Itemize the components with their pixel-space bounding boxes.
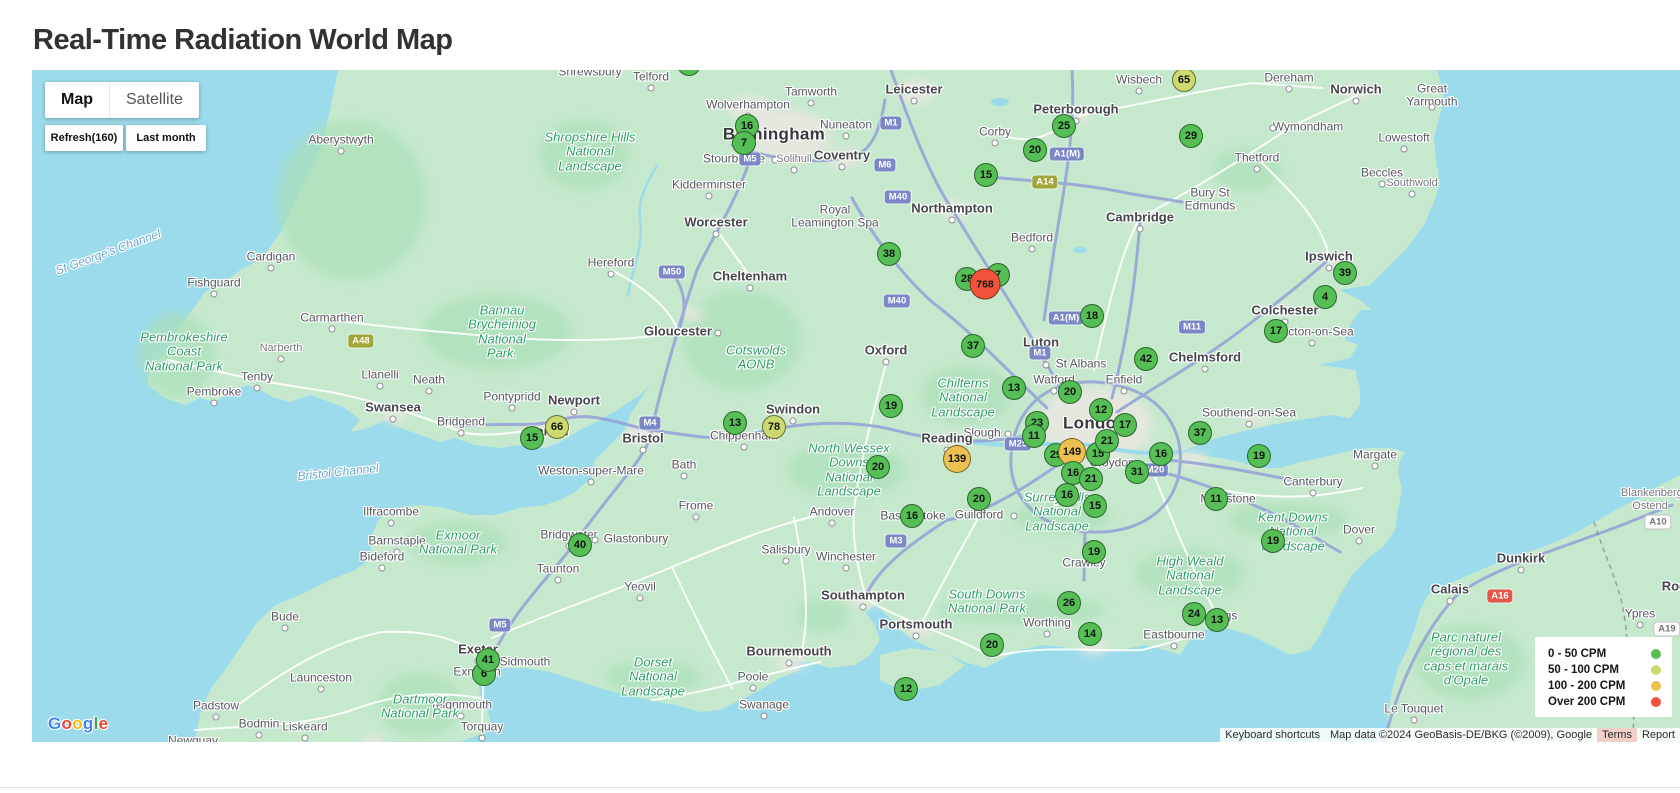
radiation-marker[interactable]: 13	[723, 411, 747, 435]
radiation-marker[interactable]: 16	[1149, 442, 1173, 466]
radiation-marker[interactable]: 4	[1313, 285, 1337, 309]
radiation-marker[interactable]: 39	[1333, 261, 1357, 285]
cpm-legend: 0 - 50 CPM 50 - 100 CPM 100 - 200 CPM Over …	[1535, 637, 1672, 717]
page-divider	[0, 787, 1680, 788]
legend-row: 100 - 200 CPM	[1548, 678, 1661, 694]
radiation-marker[interactable]: 16	[900, 504, 924, 528]
radiation-marker[interactable]: 20	[1023, 138, 1047, 162]
legend-color-dot	[1651, 681, 1661, 691]
radiation-marker[interactable]: 26	[1057, 591, 1081, 615]
radiation-marker[interactable]: 17	[1264, 319, 1288, 343]
terms-link[interactable]: Terms	[1597, 728, 1637, 742]
radiation-marker[interactable]: 13	[1205, 608, 1229, 632]
last-month-button[interactable]: Last month	[126, 125, 206, 151]
radiation-marker[interactable]: 65	[1172, 70, 1196, 92]
google-logo-letter: g	[83, 714, 94, 733]
keyboard-shortcuts-link[interactable]: Keyboard shortcuts	[1220, 728, 1325, 742]
radiation-marker[interactable]: 19	[879, 394, 903, 418]
radiation-marker[interactable]: 37	[961, 334, 985, 358]
radiation-marker[interactable]: 41	[476, 648, 500, 672]
radiation-marker[interactable]: 13	[1002, 376, 1026, 400]
radiation-marker[interactable]: 24	[1182, 602, 1206, 626]
radiation-marker[interactable]: 21	[1079, 467, 1103, 491]
legend-row: 0 - 50 CPM	[1548, 646, 1661, 662]
satellite-button[interactable]: Satellite	[110, 82, 199, 118]
radiation-marker[interactable]: 139	[943, 445, 971, 473]
legend-row: 50 - 100 CPM	[1548, 662, 1661, 678]
radiation-markers-layer: 1672520156529382877681837423941713201219…	[32, 70, 1680, 742]
map-button[interactable]: Map	[45, 82, 110, 118]
refresh-button[interactable]: Refresh(160)	[45, 125, 123, 151]
legend-color-dot	[1651, 697, 1661, 707]
radiation-marker[interactable]: 16	[1055, 483, 1079, 507]
legend-label: 0 - 50 CPM	[1548, 648, 1606, 660]
legend-label: Over 200 CPM	[1548, 696, 1625, 708]
legend-color-dot	[1651, 649, 1661, 659]
radiation-marker[interactable]: 11	[1022, 424, 1046, 448]
radiation-marker[interactable]: 25	[1052, 114, 1076, 138]
radiation-marker[interactable]	[677, 70, 701, 76]
legend-row: Over 200 CPM	[1548, 694, 1661, 710]
page-title: Real-Time Radiation World Map	[33, 24, 452, 57]
radiation-marker[interactable]: 37	[1188, 421, 1212, 445]
radiation-marker[interactable]: 38	[877, 242, 901, 266]
google-logo-letter: o	[72, 714, 83, 733]
radiation-marker[interactable]: 14	[1078, 622, 1102, 646]
radiation-marker[interactable]: 7	[732, 131, 756, 155]
radiation-marker[interactable]: 11	[1204, 487, 1228, 511]
map-data-text: Map data ©2024 GeoBasis-DE/BKG (©2009), …	[1325, 728, 1597, 742]
google-logo-letter: e	[99, 714, 109, 733]
radiation-marker[interactable]: 19	[1261, 529, 1285, 553]
radiation-marker[interactable]: 31	[1125, 460, 1149, 484]
radiation-marker[interactable]: 15	[520, 426, 544, 450]
radiation-marker[interactable]: 12	[1089, 398, 1113, 422]
google-logo-letter: G	[48, 714, 62, 733]
map-canvas[interactable]: ShrewsburyTelfordWolverhamptonTamworthLe…	[32, 70, 1680, 742]
legend-label: 100 - 200 CPM	[1548, 680, 1625, 692]
radiation-marker[interactable]: 15	[974, 163, 998, 187]
radiation-marker[interactable]: 19	[1247, 444, 1271, 468]
radiation-marker[interactable]: 78	[762, 415, 786, 439]
radiation-marker[interactable]: 42	[1134, 347, 1158, 371]
radiation-marker[interactable]: 768	[970, 269, 1001, 300]
radiation-marker[interactable]: 40	[568, 533, 592, 557]
map-attribution: Keyboard shortcuts Map data ©2024 GeoBas…	[1220, 728, 1680, 742]
legend-color-dot	[1651, 665, 1661, 675]
radiation-marker[interactable]: 20	[967, 487, 991, 511]
report-link[interactable]: Report	[1637, 728, 1680, 742]
map-type-control: Map Satellite	[45, 82, 199, 118]
legend-label: 50 - 100 CPM	[1548, 664, 1619, 676]
radiation-marker[interactable]: 66	[545, 415, 569, 439]
radiation-marker[interactable]: 29	[1179, 124, 1203, 148]
radiation-marker[interactable]: 18	[1080, 304, 1104, 328]
radiation-marker[interactable]: 15	[1083, 494, 1107, 518]
google-logo-letter: o	[62, 714, 73, 733]
radiation-marker[interactable]: 21	[1095, 429, 1119, 453]
radiation-marker[interactable]: 19	[1082, 540, 1106, 564]
radiation-marker[interactable]: 20	[980, 633, 1004, 657]
radiation-marker[interactable]: 12	[894, 677, 918, 701]
radiation-marker[interactable]: 20	[1058, 380, 1082, 404]
radiation-marker[interactable]: 20	[866, 455, 890, 479]
google-logo[interactable]: Google	[48, 714, 108, 734]
